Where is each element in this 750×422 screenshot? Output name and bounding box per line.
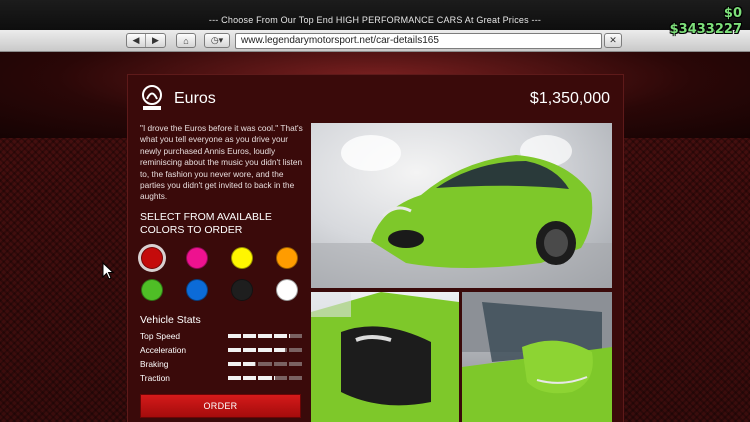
color-swatch-blue[interactable] [186,279,208,301]
browser-nav-bar: ◀ ▶ ⌂ ◷▾ www.legendarymotorsport.net/car… [0,30,750,52]
car-bumper-image [311,292,459,422]
car-front-image [311,135,612,288]
car-description: "I drove the Euros before it was cool." … [140,123,303,202]
close-icon[interactable]: ✕ [604,33,622,48]
car-photo-detail-front[interactable] [311,292,459,422]
hud-cash: $0 [723,6,742,21]
color-swatch-yellow[interactable] [231,247,253,269]
stat-row: Traction [140,373,303,385]
stat-label: Top Speed [140,331,181,341]
color-swatch-green[interactable] [141,279,163,301]
car-price: $1,350,000 [529,90,610,107]
stat-row: Braking [140,359,303,371]
car-details-panel: Euros $1,350,000 "I drove the Euros befo… [127,74,624,422]
forward-icon[interactable]: ▶ [146,34,165,47]
stat-bar [228,376,303,380]
stat-label: Traction [140,373,170,383]
stat-label: Braking [140,359,169,369]
stat-bar [228,362,303,366]
browser-title-bar: --- Choose From Our Top End HIGH PERFORM… [0,0,750,30]
stat-bar [228,348,303,352]
stat-row: Acceleration [140,345,303,357]
car-photo-detail-mirror[interactable] [462,292,612,422]
stat-label: Acceleration [140,345,187,355]
colors-heading-line1: SELECT FROM AVAILABLE [140,211,272,223]
color-swatch-black[interactable] [231,279,253,301]
stat-bar [228,334,303,338]
history-icon[interactable]: ◷▾ [204,33,230,48]
back-icon[interactable]: ◀ [127,34,146,47]
car-mirror-image [462,292,612,422]
back-forward-group: ◀ ▶ [126,33,166,48]
car-name: Euros [174,90,216,107]
annis-logo-icon [142,85,162,110]
page-title: --- Choose From Our Top End HIGH PERFORM… [208,15,542,25]
order-button[interactable]: ORDER [140,394,301,418]
address-bar[interactable]: www.legendarymotorsport.net/car-details1… [235,33,602,49]
car-photo-main[interactable] [311,123,612,288]
hud-bank: $3433227 [669,22,742,37]
color-swatch-white[interactable] [276,279,298,301]
color-swatch-orange[interactable] [276,247,298,269]
stat-row: Top Speed [140,331,303,343]
color-swatch-magenta[interactable] [186,247,208,269]
colors-heading: SELECT FROM AVAILABLE COLORS TO ORDER [140,211,280,237]
color-swatch-red[interactable] [141,247,163,269]
colors-heading-line2: COLORS TO ORDER [140,224,243,236]
mouse-cursor-icon [102,262,114,280]
home-icon[interactable]: ⌂ [176,33,196,48]
stats-heading: Vehicle Stats [140,314,201,326]
